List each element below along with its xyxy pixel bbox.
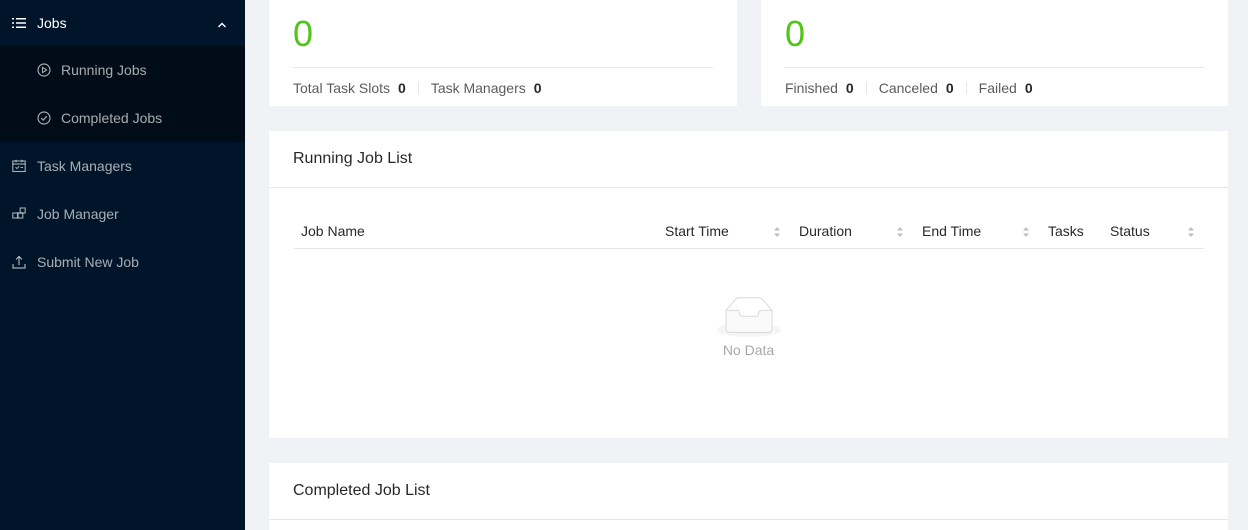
- chevron-up-icon: [217, 17, 227, 28]
- task-managers-label: Task Managers: [430, 80, 526, 96]
- main-content: 0 Total Task Slots 0 Task Managers 0 0 F…: [245, 0, 1248, 530]
- completed-job-list-title: Completed Job List: [269, 463, 1228, 520]
- running-jobs-value: 0: [785, 13, 806, 54]
- column-end-time[interactable]: End Time: [922, 223, 981, 239]
- divider: [417, 82, 419, 94]
- column-job-name: Job Name: [301, 223, 365, 239]
- upload-icon: [12, 255, 26, 269]
- canceled-value: 0: [945, 80, 954, 96]
- available-task-slots-value: 0: [293, 13, 314, 54]
- jobs-submenu: Running Jobs Completed Jobs: [0, 46, 245, 142]
- sidebar-item-label: Running Jobs: [61, 62, 147, 78]
- failed-label: Failed: [978, 80, 1017, 96]
- empty-state: No Data: [269, 297, 1228, 358]
- running-job-list-card: Running Job List Job Name Start Time Dur…: [269, 131, 1228, 438]
- failed-value: 0: [1024, 80, 1033, 96]
- running-jobs-card: 0 Finished 0 Canceled 0 Failed 0: [761, 0, 1228, 106]
- check-circle-icon: [37, 111, 51, 125]
- empty-text: No Data: [722, 342, 775, 358]
- finished-value: 0: [845, 80, 854, 96]
- completed-job-list-card: Completed Job List: [269, 463, 1228, 530]
- table-header: Job Name Start Time Duration End Time Ta…: [293, 215, 1204, 249]
- task-slots-card: 0 Total Task Slots 0 Task Managers 0: [269, 0, 737, 106]
- divider: [965, 82, 967, 94]
- sort-icon[interactable]: [1022, 224, 1030, 240]
- sidebar-item-label: Job Manager: [37, 206, 119, 222]
- schedule-icon: [12, 159, 26, 173]
- list-icon: [12, 16, 26, 30]
- sidebar-item-job-manager[interactable]: Job Manager: [0, 190, 245, 238]
- play-circle-icon: [37, 63, 51, 77]
- sort-icon[interactable]: [896, 224, 904, 240]
- app-root: Jobs Running Jobs Completed Jobs Task Ma…: [0, 0, 1248, 530]
- sidebar-item-task-managers[interactable]: Task Managers: [0, 142, 245, 190]
- task-managers-value: 0: [533, 80, 542, 96]
- sidebar-item-completed-jobs[interactable]: Completed Jobs: [0, 94, 245, 142]
- column-tasks: Tasks: [1048, 223, 1084, 239]
- total-task-slots-label: Total Task Slots: [293, 80, 391, 96]
- task-stats-footer: Total Task Slots 0 Task Managers 0: [293, 80, 542, 96]
- sidebar-item-jobs[interactable]: Jobs: [0, 0, 245, 46]
- job-stats-footer: Finished 0 Canceled 0 Failed 0: [785, 80, 1033, 96]
- column-start-time[interactable]: Start Time: [665, 223, 729, 239]
- running-job-list-title: Running Job List: [269, 131, 1228, 188]
- sort-icon[interactable]: [773, 224, 781, 240]
- cluster-icon: [12, 207, 26, 221]
- sidebar-item-submit-new-job[interactable]: Submit New Job: [0, 238, 245, 286]
- column-duration[interactable]: Duration: [799, 223, 852, 239]
- total-task-slots-value: 0: [398, 80, 406, 96]
- finished-label: Finished: [785, 80, 838, 96]
- divider: [785, 67, 1204, 68]
- canceled-label: Canceled: [878, 80, 938, 96]
- sidebar-item-label: Task Managers: [37, 158, 132, 174]
- sidebar-item-label: Completed Jobs: [61, 110, 163, 126]
- running-job-table: Job Name Start Time Duration End Time Ta…: [293, 215, 1204, 249]
- sidebar-item-label: Jobs: [37, 15, 67, 31]
- sidebar: Jobs Running Jobs Completed Jobs Task Ma…: [0, 0, 245, 530]
- divider: [865, 82, 867, 94]
- sidebar-item-label: Submit New Job: [37, 254, 139, 270]
- empty-inbox-icon: [269, 297, 1228, 338]
- column-status[interactable]: Status: [1110, 223, 1150, 239]
- divider: [293, 67, 713, 68]
- sort-icon[interactable]: [1187, 224, 1195, 240]
- sidebar-item-running-jobs[interactable]: Running Jobs: [0, 46, 245, 94]
